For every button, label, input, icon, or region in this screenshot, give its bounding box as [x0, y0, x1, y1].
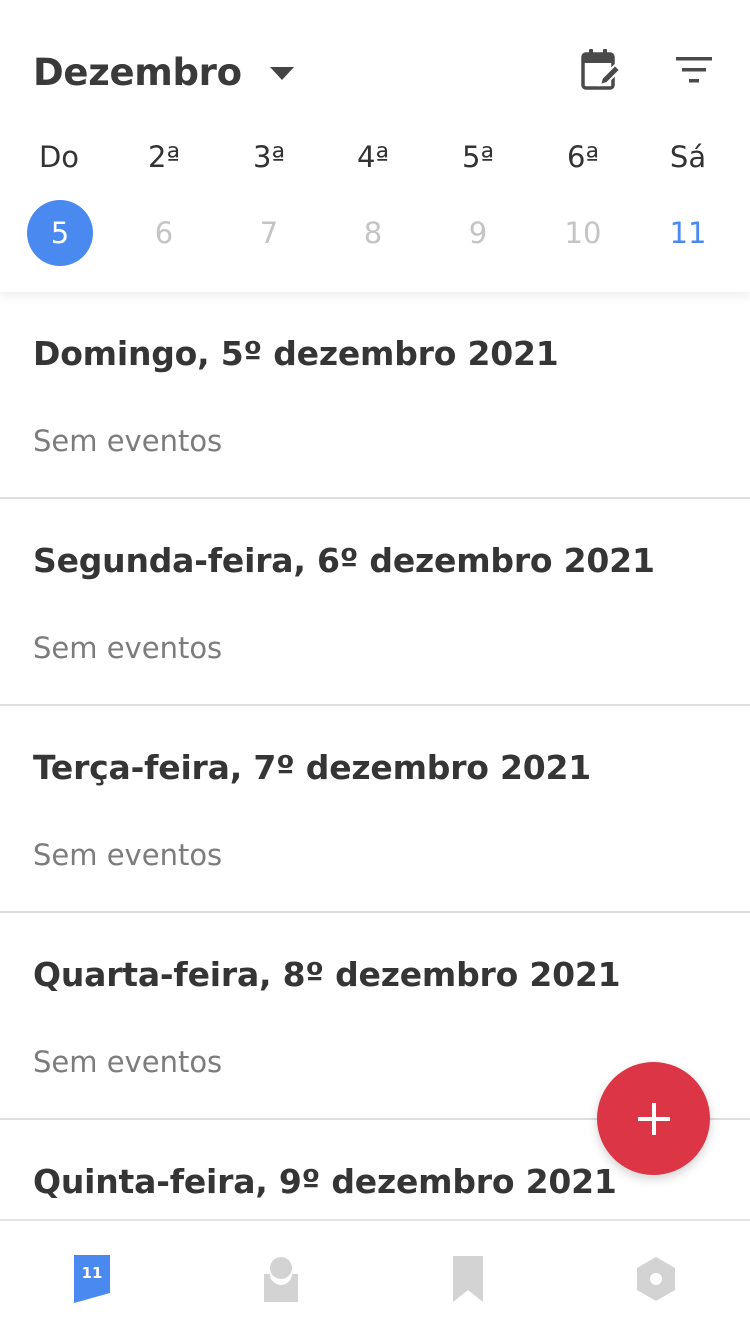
- weekday-label: 3ª: [252, 140, 286, 174]
- weekday-label: 5ª: [461, 140, 495, 174]
- weekday-label: Do: [38, 140, 80, 174]
- nav-bookmarks[interactable]: [438, 1251, 498, 1307]
- settings-hexagon-icon: [637, 1257, 675, 1301]
- weekday-row: Do 2ª 3ª 4ª 5ª 6ª Sá: [0, 140, 750, 184]
- month-title: Dezembro: [33, 50, 242, 94]
- no-events-label: Sem eventos: [33, 1045, 223, 1079]
- nav-calendar[interactable]: 11: [62, 1251, 122, 1307]
- calendar-icon: 11: [74, 1255, 110, 1303]
- weekday-label: 2ª: [147, 140, 181, 174]
- contact-icon: [264, 1257, 298, 1302]
- weekday-label: 6ª: [566, 140, 600, 174]
- filter-icon[interactable]: [670, 46, 718, 94]
- date-row: 5 6 7 8 9 10 11: [0, 200, 750, 268]
- calendar-header: Dezembro Do 2ª 3ª 4ª 5ª 6ª Sá 5 6 7 8 9 …: [0, 0, 750, 292]
- date-cell-today[interactable]: 11: [655, 200, 721, 266]
- bookmark-icon: [453, 1256, 483, 1302]
- day-section[interactable]: Segunda-feira, 6º dezembro 2021 Sem even…: [0, 499, 750, 706]
- no-events-label: Sem eventos: [33, 838, 223, 872]
- plus-icon: [637, 1102, 670, 1135]
- date-cell-selected[interactable]: 5: [27, 200, 93, 266]
- weekday-label: 4ª: [356, 140, 390, 174]
- day-title: Terça-feira, 7º dezembro 2021: [33, 748, 592, 787]
- day-title: Segunda-feira, 6º dezembro 2021: [33, 541, 655, 580]
- calendar-app: Dezembro Do 2ª 3ª 4ª 5ª 6ª Sá 5 6 7 8 9 …: [0, 0, 750, 1334]
- calendar-edit-icon[interactable]: [576, 46, 624, 94]
- weekday-label: Sá: [669, 140, 707, 174]
- month-selector[interactable]: Dezembro: [33, 48, 294, 96]
- day-title: Quarta-feira, 8º dezembro 2021: [33, 955, 621, 994]
- no-events-label: Sem eventos: [33, 424, 223, 458]
- day-title: Quinta-feira, 9º dezembro 2021: [33, 1162, 617, 1201]
- day-section[interactable]: Terça-feira, 7º dezembro 2021 Sem evento…: [0, 706, 750, 913]
- date-cell[interactable]: 10: [550, 200, 616, 266]
- nav-settings[interactable]: [626, 1251, 686, 1307]
- date-cell[interactable]: 6: [131, 200, 197, 266]
- date-cell[interactable]: 7: [236, 200, 302, 266]
- bottom-nav: 11: [0, 1219, 750, 1334]
- date-cell[interactable]: 8: [340, 200, 406, 266]
- date-cell[interactable]: 9: [445, 200, 511, 266]
- day-section[interactable]: Domingo, 5º dezembro 2021 Sem eventos: [0, 292, 750, 499]
- calendar-badge: 11: [81, 1264, 103, 1282]
- add-event-button[interactable]: [597, 1062, 710, 1175]
- nav-contacts[interactable]: [251, 1251, 311, 1307]
- dropdown-caret-icon: [269, 66, 294, 80]
- day-title: Domingo, 5º dezembro 2021: [33, 334, 559, 373]
- no-events-label: Sem eventos: [33, 631, 223, 665]
